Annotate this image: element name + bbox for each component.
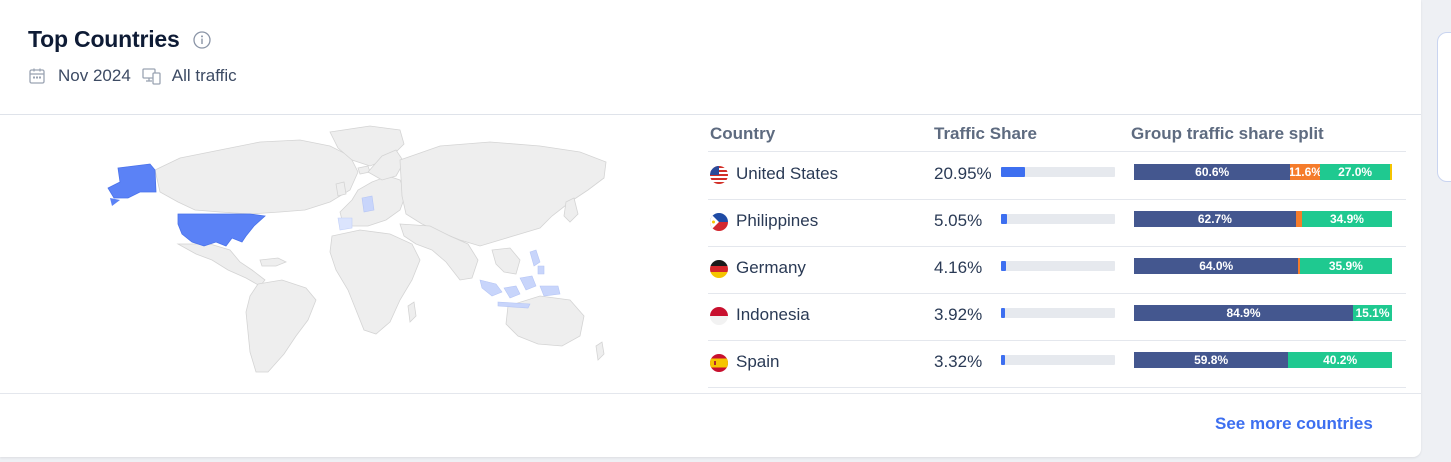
de-flag-icon (710, 260, 728, 278)
group-split-bar: 84.9% 15.1% (1134, 305, 1392, 321)
split-segment[interactable]: 59.8% (1134, 352, 1289, 368)
table-row[interactable]: Spain 3.32% 59.8% 40.2% (708, 340, 1406, 388)
traffic-share-bar (1001, 355, 1115, 365)
traffic-share-fill (1001, 355, 1005, 365)
see-more-countries-link[interactable]: See more countries (1215, 414, 1373, 434)
side-panel-edge (1437, 32, 1451, 182)
traffic-share-value: 3.32% (934, 352, 983, 371)
world-map (107, 125, 607, 373)
split-segment[interactable]: 84.9% (1134, 305, 1354, 321)
country-name[interactable]: Spain (736, 352, 779, 372)
traffic-share-fill (1001, 261, 1006, 271)
widget-filters: Nov 2024 All traffic (28, 66, 237, 86)
table-row[interactable]: Philippines 5.05% 62.7% 34.9% (708, 199, 1406, 247)
traffic-share-fill (1001, 167, 1025, 177)
traffic-share-value: 5.05% (934, 211, 983, 230)
header-divider (0, 114, 1421, 115)
split-segment[interactable]: 35.9% (1299, 258, 1392, 274)
widget-title: Top Countries (28, 26, 180, 52)
traffic-share-value: 3.92% (934, 305, 983, 324)
id-flag-icon (710, 307, 728, 325)
group-split-bar: 60.6% 11.6% 27.0% (1134, 164, 1392, 180)
country-name[interactable]: United States (736, 164, 838, 184)
top-countries-card: Top Countries Nov 2024 All traffic Count… (0, 0, 1421, 457)
traffic-share-bar (1001, 167, 1115, 177)
traffic-share-bar (1001, 308, 1115, 318)
devices-icon (142, 68, 161, 85)
split-segment[interactable]: 11.6% (1290, 164, 1321, 180)
footer-divider (0, 393, 1421, 394)
traffic-share-bar (1001, 214, 1115, 224)
table-row[interactable]: Germany 4.16% 64.0% 35.9% (708, 246, 1406, 294)
calendar-icon (29, 68, 45, 84)
date-label: Nov 2024 (58, 66, 131, 85)
traffic-share-fill (1001, 308, 1006, 318)
info-icon[interactable] (193, 31, 211, 49)
traffic-share-bar (1001, 261, 1115, 271)
table-row[interactable]: United States 20.95% 60.6% 11.6% 27.0% (708, 152, 1406, 200)
traffic-share-value: 20.95% (934, 164, 992, 183)
split-segment[interactable]: 62.7% (1134, 211, 1296, 227)
split-segment[interactable]: 15.1% (1353, 305, 1392, 321)
group-split-bar: 64.0% 35.9% (1134, 258, 1392, 274)
ph-flag-icon (710, 213, 728, 231)
country-name[interactable]: Philippines (736, 211, 818, 231)
country-name[interactable]: Germany (736, 258, 806, 278)
group-split-bar: 59.8% 40.2% (1134, 352, 1392, 368)
traffic-share-fill (1001, 214, 1007, 224)
col-header-group-split[interactable]: Group traffic share split (1131, 124, 1324, 144)
table-row[interactable]: Indonesia 3.92% 84.9% 15.1% (708, 293, 1406, 341)
split-segment[interactable]: 34.9% (1301, 211, 1392, 227)
us-flag-icon (710, 166, 728, 184)
split-segment[interactable]: 60.6% (1134, 164, 1291, 180)
split-segment[interactable]: 64.0% (1134, 258, 1299, 274)
split-segment[interactable]: 40.2% (1288, 352, 1392, 368)
country-name[interactable]: Indonesia (736, 305, 810, 325)
split-segment[interactable]: 27.0% (1320, 164, 1390, 180)
col-header-traffic-share[interactable]: Traffic Share (934, 124, 1037, 144)
split-segment[interactable] (1389, 164, 1392, 180)
col-header-country[interactable]: Country (710, 124, 775, 144)
traffic-share-value: 4.16% (934, 258, 983, 277)
traffic-filter-label: All traffic (171, 66, 237, 85)
es-flag-icon (710, 354, 728, 372)
group-split-bar: 62.7% 34.9% (1134, 211, 1392, 227)
